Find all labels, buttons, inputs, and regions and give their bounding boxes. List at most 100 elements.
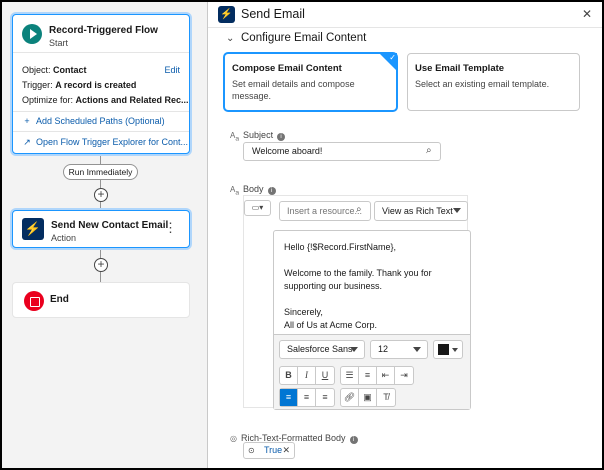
outdent-icon[interactable]: ⇤ <box>377 367 395 384</box>
color-swatch <box>438 344 449 355</box>
divider <box>13 111 189 112</box>
play-icon <box>22 24 42 44</box>
text-style-group: B I U <box>279 366 335 385</box>
trigger-value: A record is created <box>55 80 137 90</box>
edit-link[interactable]: Edit <box>164 65 180 75</box>
tile-title: Use Email Template <box>415 63 505 74</box>
bullet-list-icon[interactable]: ☰ <box>341 367 359 384</box>
chevron-down-icon <box>350 347 358 352</box>
end-element-card[interactable]: End <box>12 282 190 318</box>
subject-label-text: Subject <box>243 130 274 140</box>
object-row: Object: Contact <box>22 65 87 75</box>
flow-canvas: Record-Triggered Flow Start Object: Cont… <box>2 2 207 468</box>
action-title: Send New Contact Email <box>51 220 169 231</box>
rich-text-value-pill[interactable]: ⊙ True ✕ <box>243 442 295 459</box>
tile-description: Select an existing email template. <box>415 79 550 89</box>
action-subtitle: Action <box>51 233 77 243</box>
optimize-row: Optimize for: Actions and Related Rec... <box>22 95 189 105</box>
resource-type-picker[interactable]: ▭▾ <box>244 200 271 216</box>
divider <box>13 131 189 132</box>
subject-label: Aa Subject i <box>230 130 286 143</box>
font-size-select[interactable]: 12 <box>370 340 428 359</box>
link-icon[interactable]: 🔗︎ <box>341 389 359 406</box>
rich-text-value: True <box>264 445 283 455</box>
alignment-group: ≡ ≡ ≡ <box>279 388 335 407</box>
add-element-button[interactable]: + <box>94 188 108 202</box>
underline-button[interactable]: U <box>316 367 334 384</box>
align-center-icon[interactable]: ≡ <box>298 389 316 406</box>
optimize-label: Optimize for: <box>22 95 74 105</box>
stop-icon <box>24 291 44 311</box>
insert-group: 🔗︎ ▣ T̸ <box>340 388 396 407</box>
trigger-row: Trigger: A record is created <box>22 80 136 90</box>
panel-header: ⚡ Send Email ✕ <box>208 2 602 28</box>
text-type-icon: Aa <box>230 185 240 197</box>
object-label: Object: <box>22 65 51 75</box>
chevron-down-icon <box>452 348 458 352</box>
chevron-down-icon[interactable]: ⌄ <box>226 33 234 44</box>
lightning-bolt-icon: ⚡ <box>218 6 235 23</box>
end-title: End <box>50 294 69 305</box>
body-paragraph: Sincerely, All of Us at Acme Corp. <box>284 307 378 330</box>
italic-button[interactable]: I <box>298 367 316 384</box>
panel-title: Send Email <box>241 7 305 21</box>
list-group: ☰ ≡ ⇤ ⇥ <box>340 366 414 385</box>
open-trigger-explorer-link[interactable]: ↗ Open Flow Trigger Explorer for Cont... <box>22 137 188 148</box>
body-paragraph: Welcome to the family. Thank you for sup… <box>284 268 432 291</box>
search-icon: ⌕ <box>426 145 432 156</box>
image-icon[interactable]: ▣ <box>359 389 377 406</box>
add-element-button[interactable]: + <box>94 258 108 272</box>
toggle-type-icon: ◎ <box>230 434 237 443</box>
body-editor: ▭▾ Insert a resource... ⌕ View as Rich T… <box>243 195 471 410</box>
tile-title: Compose Email Content <box>232 63 342 74</box>
toggle-icon: ⊙ <box>248 446 255 455</box>
view-mode-select[interactable]: View as Rich Text <box>374 201 468 221</box>
add-scheduled-paths-link[interactable]: + Add Scheduled Paths (Optional) <box>22 116 165 126</box>
view-mode-value: View as Rich Text <box>382 206 453 216</box>
checkmark-icon <box>379 53 397 71</box>
plus-icon: + <box>24 116 30 126</box>
body-paragraph: Hello {!$Record.FirstName}, <box>284 242 397 252</box>
remove-icon[interactable]: ✕ <box>282 443 290 458</box>
action-element-card[interactable]: ⚡ Send New Contact Email Action ⋮ <box>12 210 190 248</box>
compose-email-content-tile[interactable]: Compose Email Content Set email details … <box>224 53 397 111</box>
text-type-icon: Aa <box>230 131 240 143</box>
section-title[interactable]: Configure Email Content <box>241 32 366 44</box>
align-left-icon[interactable]: ≡ <box>280 389 298 406</box>
search-icon: ⌕ <box>356 204 362 215</box>
add-scheduled-paths-label: Add Scheduled Paths (Optional) <box>36 116 165 126</box>
send-email-panel: ⚡ Send Email ✕ ⌄ Configure Email Content… <box>207 2 602 468</box>
body-label-text: Body <box>243 184 264 194</box>
tile-description: Set email details and compose message. <box>232 79 355 101</box>
use-email-template-tile[interactable]: Use Email Template Select an existing em… <box>407 53 580 111</box>
info-icon[interactable]: i <box>277 133 286 141</box>
subject-input[interactable]: Welcome aboard! <box>243 142 441 161</box>
start-title: Record-Triggered Flow <box>49 25 158 36</box>
optimize-value: Actions and Related Rec... <box>75 95 189 105</box>
rich-text-editor[interactable]: Hello {!$Record.FirstName}, Welcome to t… <box>273 230 471 410</box>
run-immediately-label: Run Immediately <box>63 164 138 180</box>
chevron-down-icon <box>453 208 461 213</box>
font-family-value: Salesforce Sans <box>287 344 353 354</box>
flow-builder-window: Record-Triggered Flow Start Object: Cont… <box>2 2 602 468</box>
font-family-select[interactable]: Salesforce Sans <box>279 340 365 359</box>
lightning-bolt-icon: ⚡ <box>22 218 44 240</box>
info-icon[interactable]: i <box>349 436 358 444</box>
external-link-icon: ↗ <box>23 137 31 147</box>
info-icon[interactable]: i <box>267 187 276 195</box>
open-trigger-explorer-label: Open Flow Trigger Explorer for Cont... <box>36 137 189 147</box>
email-body-content[interactable]: Hello {!$Record.FirstName}, Welcome to t… <box>284 241 462 345</box>
bold-button[interactable]: B <box>280 367 298 384</box>
indent-icon[interactable]: ⇥ <box>395 367 413 384</box>
start-card-header: Record-Triggered Flow Start <box>13 15 189 53</box>
start-element-card[interactable]: Record-Triggered Flow Start Object: Cont… <box>12 14 190 154</box>
numbered-list-icon[interactable]: ≡ <box>359 367 377 384</box>
text-color-button[interactable] <box>433 340 463 359</box>
start-subtitle: Start <box>49 38 69 48</box>
close-icon[interactable]: ✕ <box>582 7 592 21</box>
more-actions-icon[interactable]: ⋮ <box>164 221 177 234</box>
font-size-value: 12 <box>378 344 389 354</box>
align-right-icon[interactable]: ≡ <box>316 389 334 406</box>
clear-formatting-icon[interactable]: T̸ <box>377 389 395 406</box>
object-value: Contact <box>53 65 87 75</box>
